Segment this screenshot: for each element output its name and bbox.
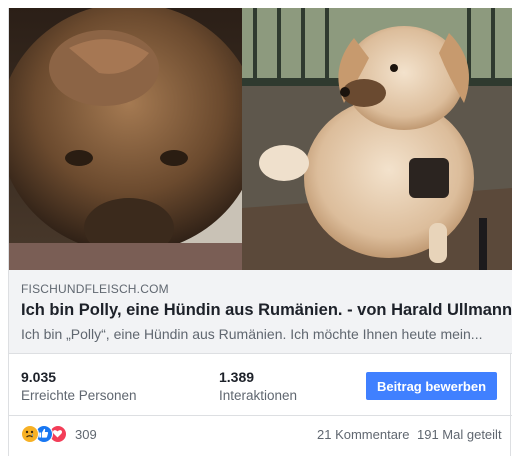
dog-photos-image (9, 8, 512, 270)
reach-label: Erreichte Personen (21, 388, 137, 403)
link-description: Ich bin „Polly“, eine Hündin aus Rumänie… (21, 326, 483, 342)
link-title[interactable]: Ich bin Polly, eine Hündin aus Rumänien.… (21, 301, 512, 320)
link-preview-image[interactable] (9, 8, 512, 270)
comments-count-link[interactable]: 21 Kommentare (317, 427, 410, 442)
post-footer: 309 21 Kommentare 191 Mal geteilt (9, 416, 512, 456)
post-card: FISCHUNDFLEISCH.COM Ich bin Polly, eine … (8, 8, 512, 456)
reaction-count: 309 (75, 427, 97, 442)
link-preview[interactable]: FISCHUNDFLEISCH.COM Ich bin Polly, eine … (9, 270, 512, 354)
reach-value: 9.035 (21, 369, 57, 385)
boost-post-button[interactable]: Beitrag bewerben (366, 372, 497, 400)
sad-reaction-icon (21, 425, 39, 443)
post-insights: 9.035 Erreichte Personen 1.389 Interakti… (9, 354, 512, 416)
link-domain: FISCHUNDFLEISCH.COM (21, 282, 169, 296)
engagement-value: 1.389 (219, 369, 255, 385)
shares-count-link[interactable]: 191 Mal geteilt (417, 427, 502, 442)
engagement-label: Interaktionen (219, 388, 298, 403)
